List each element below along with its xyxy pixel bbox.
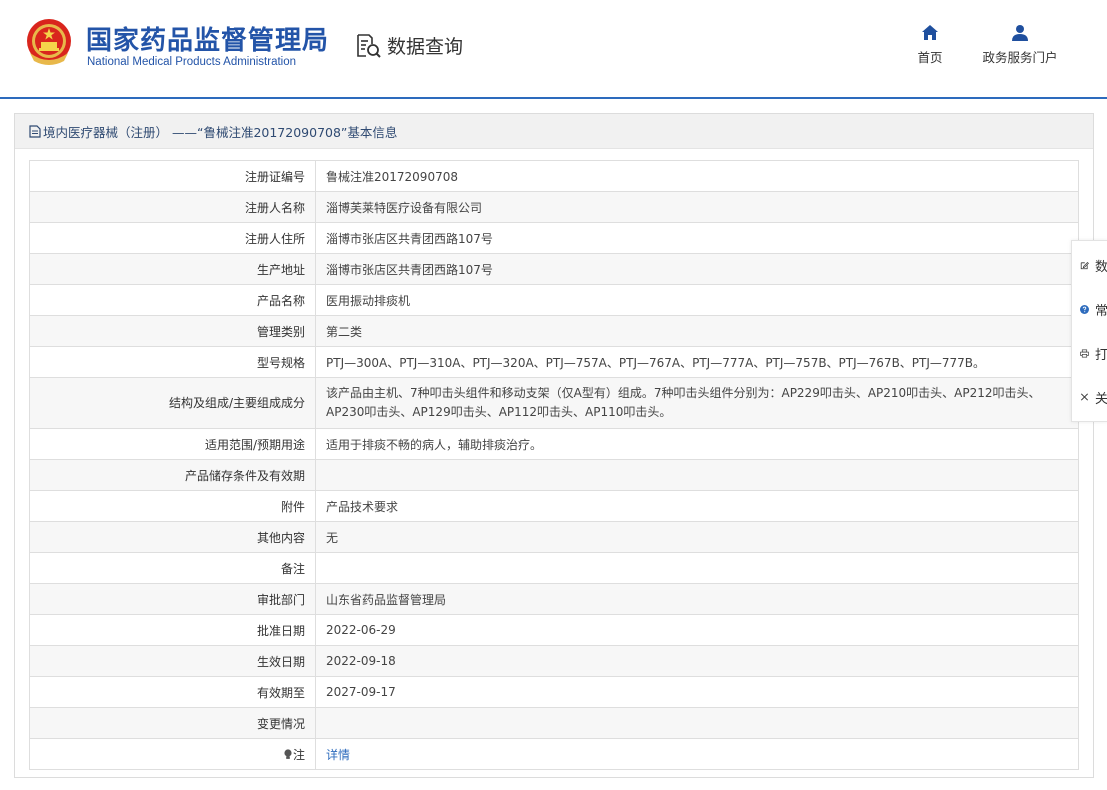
site-subtitle: National Medical Products Administration <box>87 56 297 68</box>
document-icon <box>29 124 41 138</box>
row-value: 2022-09-18 <box>315 645 1079 677</box>
data-query-link[interactable]: 数据查询 <box>355 32 463 59</box>
lightbulb-icon <box>284 748 292 759</box>
table-row: 附件 产品技术要求 <box>29 490 1079 522</box>
table-row: 有效期至 2027-09-17 <box>29 676 1079 708</box>
panel-title-bar: 境内医疗器械（注册） ——“鲁械注准20172090708”基本信息 <box>15 114 1093 149</box>
row-label: 适用范围/预期用途 <box>29 428 316 460</box>
table-row: 注册证编号 鲁械注准20172090708 <box>29 160 1079 192</box>
table-row: 产品储存条件及有效期 <box>29 459 1079 491</box>
float-item-print[interactable]: 打 <box>1072 331 1107 375</box>
row-value: 详情 <box>315 738 1079 770</box>
row-label: 备注 <box>29 552 316 584</box>
row-value: 无 <box>315 521 1079 553</box>
table-row: 批准日期 2022-06-29 <box>29 614 1079 646</box>
row-label: 注册证编号 <box>29 160 316 192</box>
table-row: 变更情况 <box>29 707 1079 739</box>
row-label: 有效期至 <box>29 676 316 708</box>
table-row: 管理类别 第二类 <box>29 315 1079 347</box>
float-item-label: 常 <box>1094 303 1107 319</box>
floating-toolbar: 数 常 打 关 <box>1071 240 1107 422</box>
row-label: 型号规格 <box>29 346 316 378</box>
row-value: 淄博市张店区共青团西路107号 <box>315 222 1079 254</box>
row-label: 变更情况 <box>29 707 316 739</box>
data-query-label: 数据查询 <box>387 36 464 58</box>
nav-home[interactable]: 首页 <box>908 24 952 66</box>
nav-home-label: 首页 <box>917 50 943 65</box>
national-emblem-icon <box>27 19 71 65</box>
row-value: 医用振动排痰机 <box>315 284 1079 316</box>
table-row: 生效日期 2022-09-18 <box>29 645 1079 677</box>
table-row: 适用范围/预期用途 适用于排痰不畅的病人，辅助排痰治疗。 <box>29 428 1079 460</box>
float-item-label: 关 <box>1094 391 1107 407</box>
table-row: 结构及组成/主要组成成分 该产品由主机、7种叩击头组件和移动支架（仅A型有）组成… <box>29 377 1079 429</box>
table-row: 注 详情 <box>29 738 1079 770</box>
site-title: 国家药品监督管理局 <box>86 26 330 56</box>
row-value: 淄博芙莱特医疗设备有限公司 <box>315 191 1079 223</box>
row-label: 附件 <box>29 490 316 522</box>
row-value <box>315 552 1079 584</box>
nav-gov-portal-label: 政务服务门户 <box>982 50 1058 65</box>
detail-panel: 境内医疗器械（注册） ——“鲁械注准20172090708”基本信息 注册证编号… <box>14 113 1094 778</box>
note-label-cell: 注 <box>29 738 316 770</box>
data-query-icon <box>357 33 381 58</box>
row-value: 山东省药品监督管理局 <box>315 583 1079 615</box>
help-circle-icon <box>1080 304 1089 314</box>
row-label: 其他内容 <box>29 521 316 553</box>
table-row: 注册人住所 淄博市张店区共青团西路107号 <box>29 222 1079 254</box>
row-label: 管理类别 <box>29 315 316 347</box>
table-row: 生产地址 淄博市张店区共青团西路107号 <box>29 253 1079 285</box>
user-icon <box>1012 25 1028 41</box>
home-icon <box>922 25 938 40</box>
details-link[interactable]: 详情 <box>326 748 350 762</box>
row-value <box>315 459 1079 491</box>
panel-title: 境内医疗器械（注册） ——“鲁械注准20172090708”基本信息 <box>43 124 398 140</box>
row-label: 产品储存条件及有效期 <box>29 459 316 491</box>
table-row: 产品名称 医用振动排痰机 <box>29 284 1079 316</box>
row-label: 注册人名称 <box>29 191 316 223</box>
float-item-close[interactable]: 关 <box>1072 375 1107 419</box>
row-value: 该产品由主机、7种叩击头组件和移动支架（仅A型有）组成。7种叩击头组件分别为：A… <box>315 377 1079 429</box>
row-label: 生效日期 <box>29 645 316 677</box>
row-value: 2027-09-17 <box>315 676 1079 708</box>
float-item-data[interactable]: 数 <box>1072 243 1107 287</box>
row-value: 鲁械注准20172090708 <box>315 160 1079 192</box>
table-row: 其他内容 无 <box>29 521 1079 553</box>
row-value: 第二类 <box>315 315 1079 347</box>
row-value: 2022-06-29 <box>315 614 1079 646</box>
table-row: 备注 <box>29 552 1079 584</box>
float-item-faq[interactable]: 常 <box>1072 287 1107 331</box>
row-label: 审批部门 <box>29 583 316 615</box>
table-row: 注册人名称 淄博芙莱特医疗设备有限公司 <box>29 191 1079 223</box>
row-value: 适用于排痰不畅的病人，辅助排痰治疗。 <box>315 428 1079 460</box>
row-label: 生产地址 <box>29 253 316 285</box>
device-info-table: 注册证编号 鲁械注准20172090708 注册人名称 淄博芙莱特医疗设备有限公… <box>29 160 1079 770</box>
row-label: 结构及组成/主要组成成分 <box>29 377 316 429</box>
float-item-label: 数 <box>1094 259 1107 275</box>
row-value: 产品技术要求 <box>315 490 1079 522</box>
row-label: 注册人住所 <box>29 222 316 254</box>
site-header: 国家药品监督管理局 National Medical Products Admi… <box>0 0 1107 99</box>
table-row: 型号规格 PTJ—300A、PTJ—310A、PTJ—320A、PTJ—757A… <box>29 346 1079 378</box>
printer-icon <box>1080 349 1089 357</box>
row-label: 注 <box>292 747 305 762</box>
nav-gov-portal[interactable]: 政务服务门户 <box>975 24 1065 66</box>
row-value: 淄博市张店区共青团西路107号 <box>315 253 1079 285</box>
float-item-label: 打 <box>1094 347 1107 363</box>
close-icon <box>1080 393 1089 401</box>
edit-icon <box>1080 261 1089 269</box>
row-label: 批准日期 <box>29 614 316 646</box>
row-label: 产品名称 <box>29 284 316 316</box>
row-value <box>315 707 1079 739</box>
table-row: 审批部门 山东省药品监督管理局 <box>29 583 1079 615</box>
row-value: PTJ—300A、PTJ—310A、PTJ—320A、PTJ—757A、PTJ—… <box>315 346 1079 378</box>
